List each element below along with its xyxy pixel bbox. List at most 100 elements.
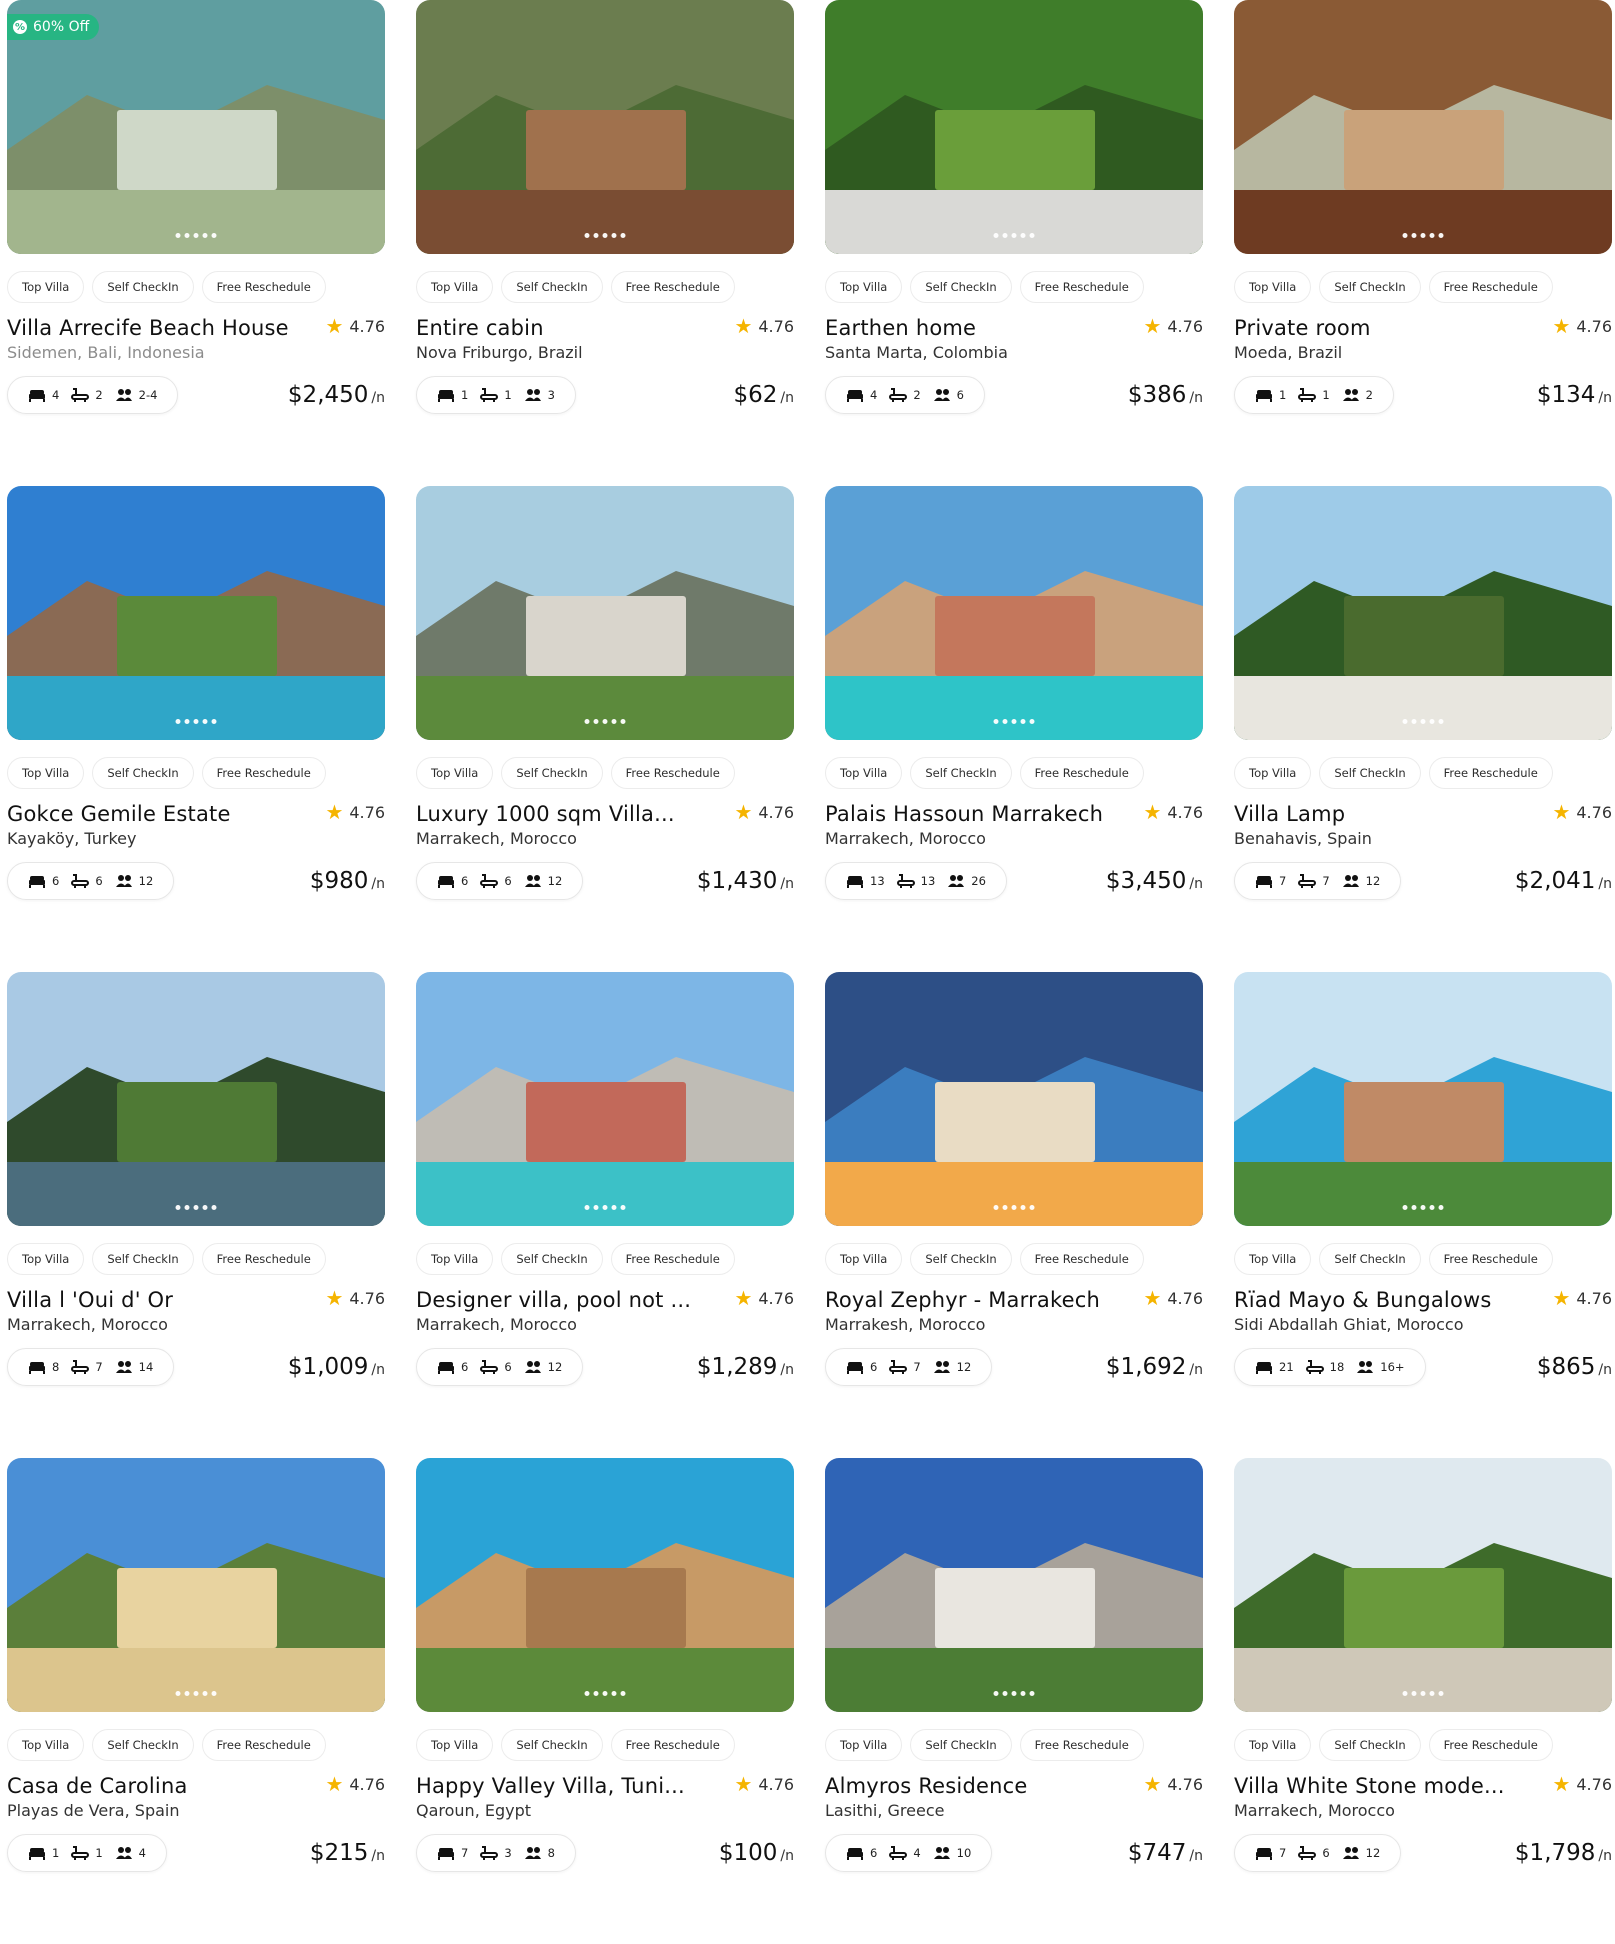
- listing-card[interactable]: Top Villa Self CheckIn Free Reschedule D…: [416, 972, 794, 1458]
- carousel-dot[interactable]: [993, 1691, 999, 1696]
- carousel-dot[interactable]: [602, 1691, 608, 1696]
- listing-photo[interactable]: [416, 486, 794, 740]
- carousel-dot[interactable]: [611, 233, 617, 238]
- listing-photo[interactable]: [1234, 0, 1612, 254]
- carousel-dot[interactable]: [1429, 719, 1435, 724]
- carousel-dots[interactable]: [1402, 719, 1444, 724]
- listing-title[interactable]: Villa Arrecife Beach House: [7, 316, 289, 340]
- carousel-dot[interactable]: [184, 1205, 190, 1210]
- listing-photo[interactable]: [825, 1458, 1203, 1712]
- carousel-dot[interactable]: [184, 719, 190, 724]
- carousel-dot[interactable]: [993, 719, 999, 724]
- listing-card[interactable]: Top Villa Self CheckIn Free Reschedule E…: [416, 0, 794, 486]
- carousel-dot[interactable]: [1002, 233, 1008, 238]
- carousel-dot[interactable]: [1411, 1205, 1417, 1210]
- carousel-dot[interactable]: [1020, 1205, 1026, 1210]
- listing-title[interactable]: Designer villa, pool not ...: [416, 1288, 691, 1312]
- carousel-dot[interactable]: [1011, 233, 1017, 238]
- carousel-dots[interactable]: [584, 233, 626, 238]
- carousel-dots[interactable]: [993, 719, 1035, 724]
- carousel-dot[interactable]: [611, 1691, 617, 1696]
- carousel-dot[interactable]: [1402, 719, 1408, 724]
- listing-card[interactable]: Top Villa Self CheckIn Free Reschedule C…: [7, 1458, 385, 1944]
- listing-card[interactable]: Top Villa Self CheckIn Free Reschedule R…: [825, 972, 1203, 1458]
- carousel-dot[interactable]: [1002, 1205, 1008, 1210]
- listing-title[interactable]: Casa de Carolina: [7, 1774, 188, 1798]
- carousel-dot[interactable]: [611, 1205, 617, 1210]
- carousel-dot[interactable]: [611, 719, 617, 724]
- carousel-dot[interactable]: [1011, 1205, 1017, 1210]
- carousel-dot[interactable]: [211, 1691, 217, 1696]
- listing-card[interactable]: Top Villa Self CheckIn Free Reschedule V…: [1234, 486, 1612, 972]
- listing-card[interactable]: Top Villa Self CheckIn Free Reschedule G…: [7, 486, 385, 972]
- carousel-dot[interactable]: [1420, 1691, 1426, 1696]
- carousel-dot[interactable]: [584, 719, 590, 724]
- listing-photo[interactable]: [7, 486, 385, 740]
- carousel-dot[interactable]: [620, 1691, 626, 1696]
- listing-card[interactable]: Top Villa Self CheckIn Free Reschedule P…: [1234, 0, 1612, 486]
- listing-card[interactable]: Top Villa Self CheckIn Free Reschedule R…: [1234, 972, 1612, 1458]
- carousel-dot[interactable]: [1020, 719, 1026, 724]
- listing-photo[interactable]: [7, 1458, 385, 1712]
- carousel-dots[interactable]: [1402, 1205, 1444, 1210]
- carousel-dot[interactable]: [993, 1205, 999, 1210]
- listing-card[interactable]: % 60% Off Top Villa Self CheckIn Free Res…: [7, 0, 385, 486]
- listing-photo[interactable]: [825, 486, 1203, 740]
- carousel-dot[interactable]: [620, 233, 626, 238]
- listing-photo[interactable]: [416, 1458, 794, 1712]
- carousel-dot[interactable]: [184, 233, 190, 238]
- carousel-dot[interactable]: [602, 233, 608, 238]
- listing-photo[interactable]: [825, 0, 1203, 254]
- listing-title[interactable]: Almyros Residence: [825, 1774, 1028, 1798]
- listing-title[interactable]: Rïad Mayo & Bungalows: [1234, 1288, 1492, 1312]
- carousel-dot[interactable]: [202, 1205, 208, 1210]
- carousel-dot[interactable]: [1402, 1205, 1408, 1210]
- carousel-dot[interactable]: [593, 719, 599, 724]
- carousel-dots[interactable]: [993, 1205, 1035, 1210]
- listing-title[interactable]: Villa Lamp: [1234, 802, 1345, 826]
- listing-title[interactable]: Private room: [1234, 316, 1371, 340]
- carousel-dots[interactable]: [993, 1691, 1035, 1696]
- carousel-dot[interactable]: [1011, 719, 1017, 724]
- carousel-dots[interactable]: [584, 719, 626, 724]
- carousel-dot[interactable]: [202, 719, 208, 724]
- listing-title[interactable]: Villa l 'Oui d' Or: [7, 1288, 173, 1312]
- carousel-dot[interactable]: [193, 233, 199, 238]
- carousel-dots[interactable]: [175, 1691, 217, 1696]
- carousel-dot[interactable]: [1020, 1691, 1026, 1696]
- listing-title[interactable]: Earthen home: [825, 316, 976, 340]
- listing-title[interactable]: Royal Zephyr - Marrakech: [825, 1288, 1100, 1312]
- carousel-dot[interactable]: [620, 719, 626, 724]
- carousel-dot[interactable]: [1429, 1205, 1435, 1210]
- carousel-dot[interactable]: [1438, 1691, 1444, 1696]
- listing-photo[interactable]: [1234, 972, 1612, 1226]
- listing-photo[interactable]: [416, 972, 794, 1226]
- carousel-dots[interactable]: [584, 1205, 626, 1210]
- carousel-dot[interactable]: [175, 233, 181, 238]
- listing-photo[interactable]: [825, 972, 1203, 1226]
- carousel-dots[interactable]: [584, 1691, 626, 1696]
- carousel-dot[interactable]: [1029, 233, 1035, 238]
- carousel-dots[interactable]: [993, 233, 1035, 238]
- carousel-dots[interactable]: [1402, 1691, 1444, 1696]
- listing-card[interactable]: Top Villa Self CheckIn Free Reschedule H…: [416, 1458, 794, 1944]
- carousel-dot[interactable]: [584, 1205, 590, 1210]
- listing-card[interactable]: Top Villa Self CheckIn Free Reschedule A…: [825, 1458, 1203, 1944]
- listing-title[interactable]: Happy Valley Villa, Tuni...: [416, 1774, 685, 1798]
- carousel-dot[interactable]: [1411, 233, 1417, 238]
- listing-card[interactable]: Top Villa Self CheckIn Free Reschedule V…: [1234, 1458, 1612, 1944]
- carousel-dots[interactable]: [175, 719, 217, 724]
- listing-card[interactable]: Top Villa Self CheckIn Free Reschedule L…: [416, 486, 794, 972]
- listing-card[interactable]: Top Villa Self CheckIn Free Reschedule E…: [825, 0, 1203, 486]
- carousel-dot[interactable]: [1002, 1691, 1008, 1696]
- listing-photo[interactable]: % 60% Off: [7, 0, 385, 254]
- carousel-dot[interactable]: [593, 233, 599, 238]
- listing-photo[interactable]: [416, 0, 794, 254]
- listing-title[interactable]: Entire cabin: [416, 316, 544, 340]
- carousel-dot[interactable]: [175, 719, 181, 724]
- carousel-dot[interactable]: [1402, 233, 1408, 238]
- carousel-dot[interactable]: [1029, 1205, 1035, 1210]
- carousel-dot[interactable]: [593, 1691, 599, 1696]
- carousel-dot[interactable]: [1429, 233, 1435, 238]
- carousel-dot[interactable]: [211, 233, 217, 238]
